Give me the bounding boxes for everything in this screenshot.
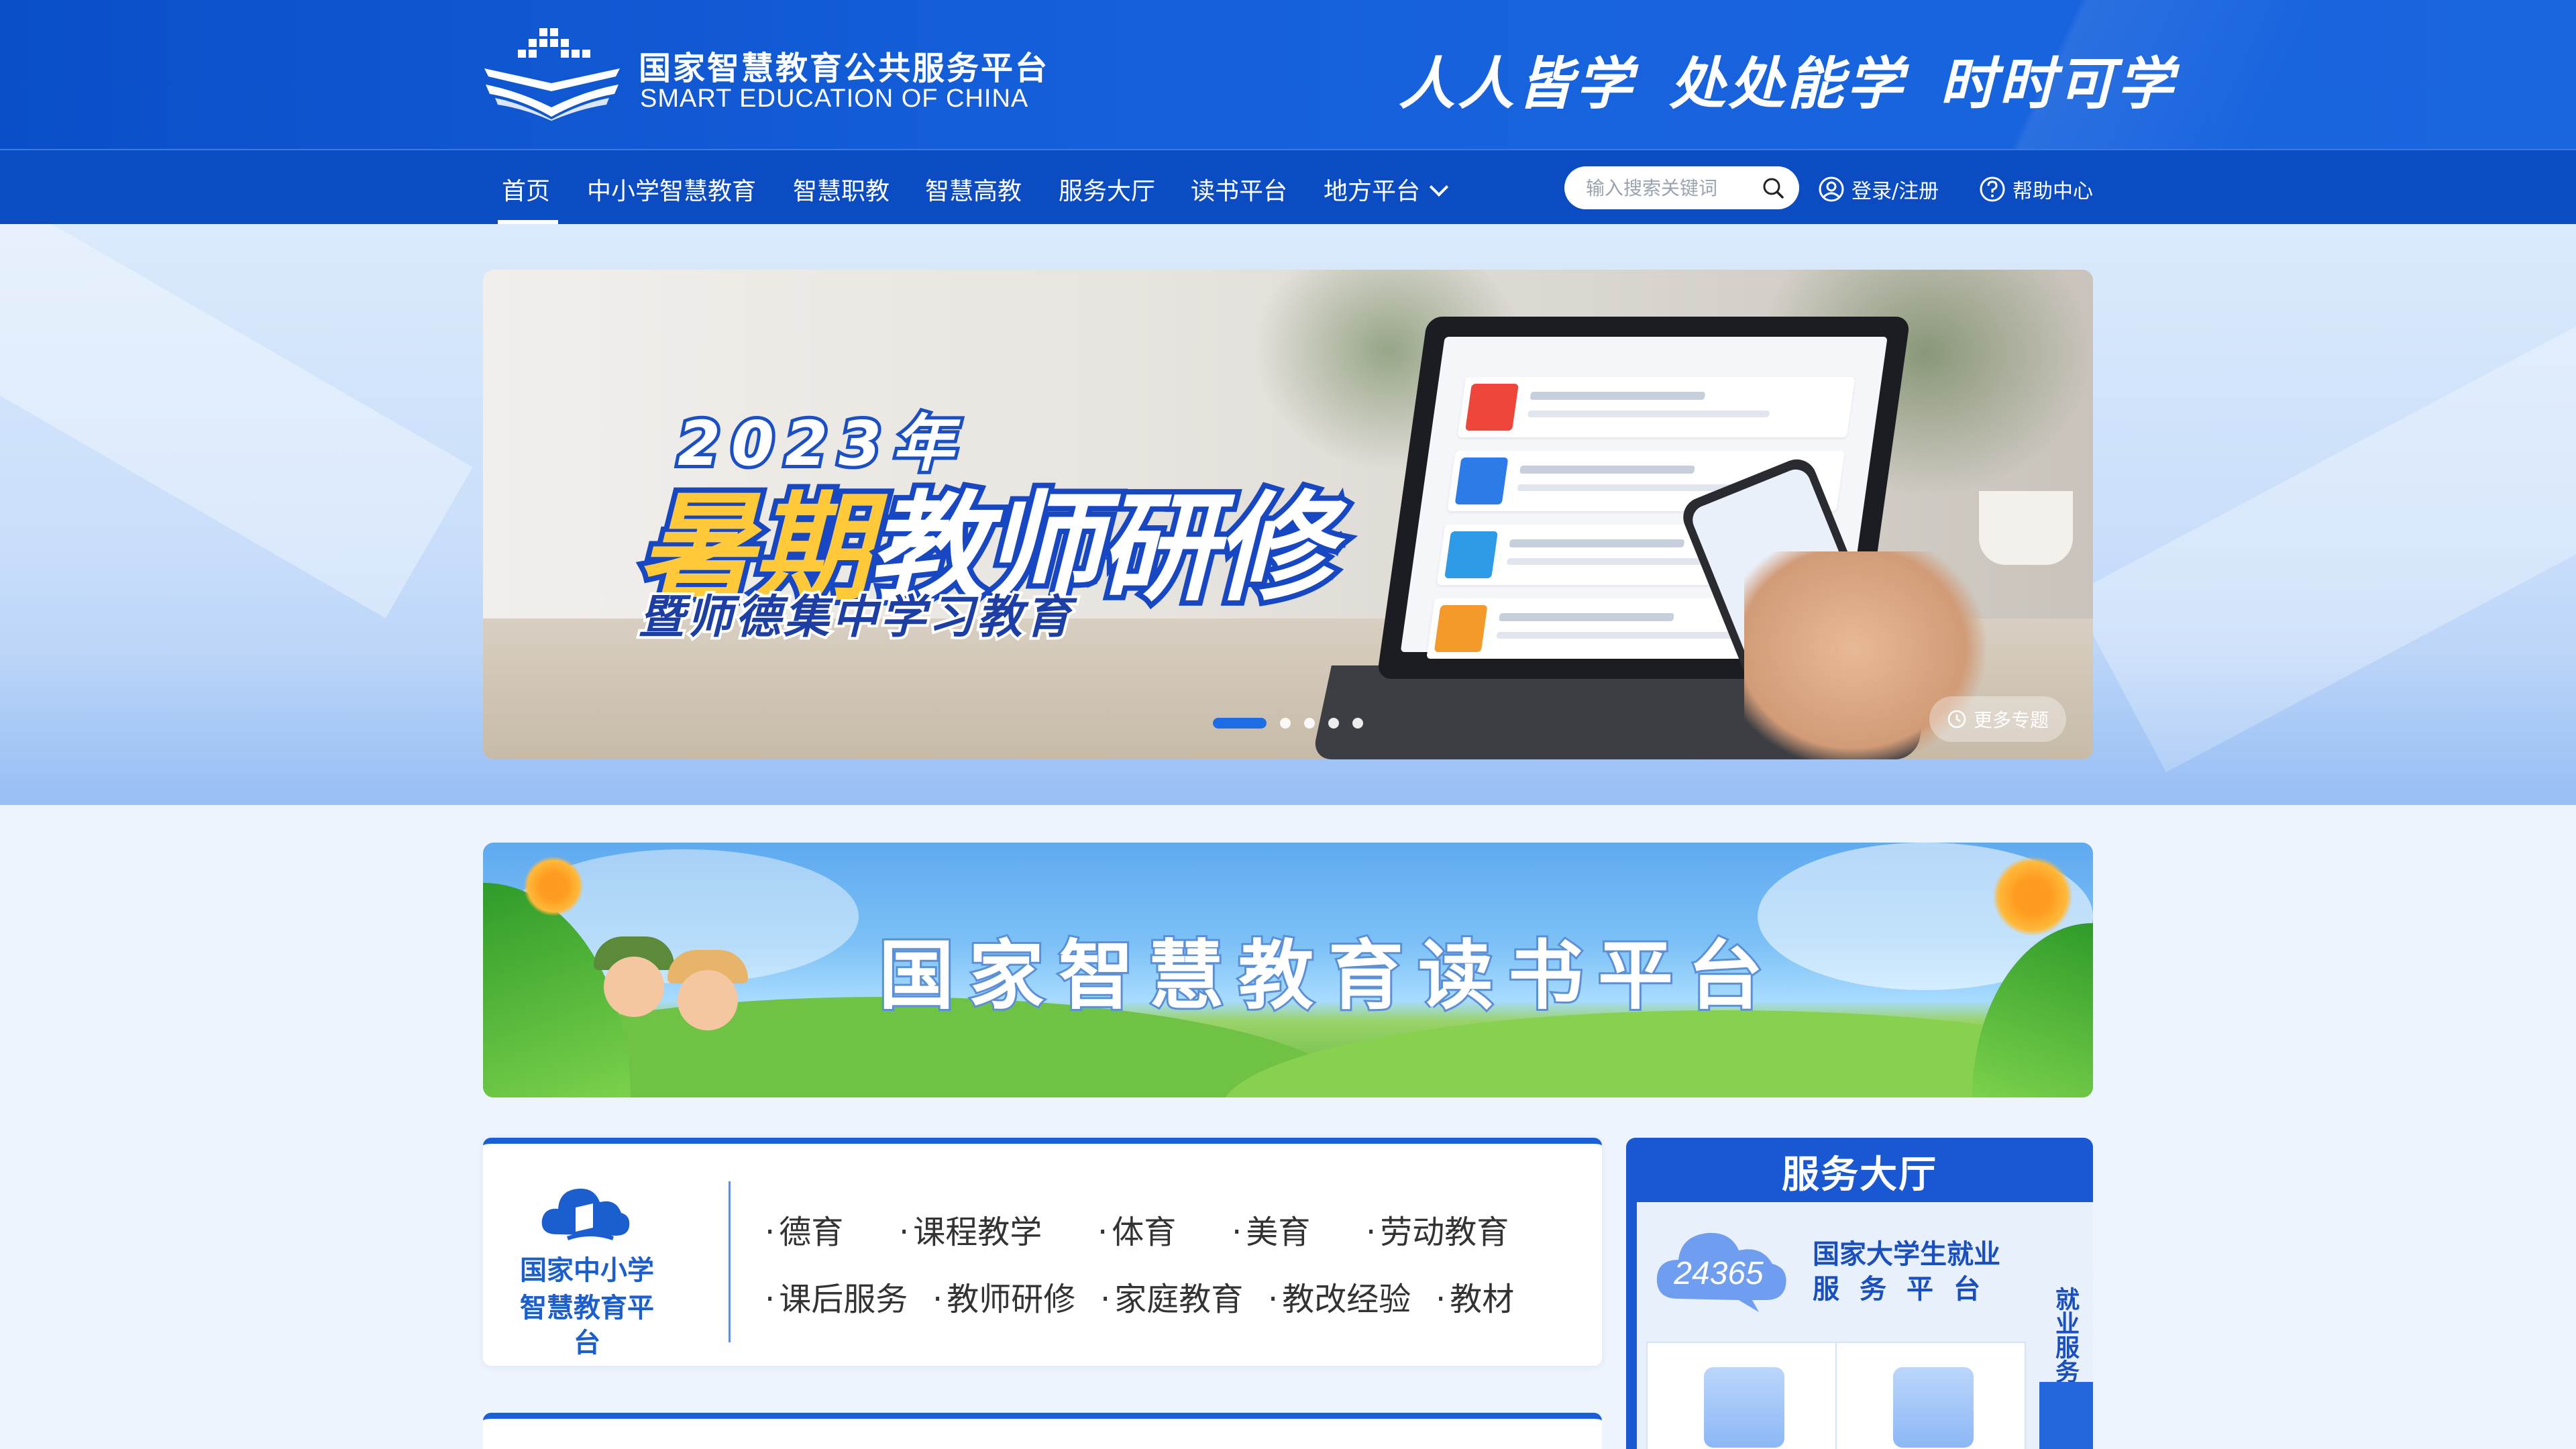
hero-carousel[interactable]: 2023年 暑期教师研修 暨师德集中学习教育 更多专题 xyxy=(483,270,2093,759)
login-label: 登录/注册 xyxy=(1851,180,1939,203)
search-input[interactable] xyxy=(1586,174,1754,201)
k12-links: 德育 课程教学 体育 美育 劳动教育 课后服务 教师研修 家庭教育 教改经验 教… xyxy=(765,1205,1570,1320)
search-box[interactable] xyxy=(1564,166,1799,209)
kid-image xyxy=(604,957,664,1017)
job-platform-title[interactable]: 国家大学生就业 服务平台 xyxy=(1813,1237,2000,1307)
reading-platform-banner[interactable]: 国家智慧教育读书平台 xyxy=(483,843,2093,1097)
login-button[interactable]: 登录/注册 xyxy=(1818,174,1939,204)
logo-subtitle[interactable]: SMART EDUCATION OF CHINA xyxy=(640,85,1028,113)
building-icon xyxy=(1704,1367,1784,1448)
cloud-book-icon xyxy=(541,1188,630,1240)
service-tile-support[interactable] xyxy=(1835,1342,2026,1449)
service-tile-university[interactable] xyxy=(1646,1342,1837,1449)
user-icon xyxy=(1819,176,1844,202)
coffee-cup-image xyxy=(1979,491,2073,565)
k12-link-pe[interactable]: 体育 xyxy=(1097,1205,1232,1252)
service-hall-title: 服务大厅 xyxy=(1782,1153,1937,1197)
employment-service-tab[interactable]: 就业服务 xyxy=(2049,1287,2082,1383)
service-hall-panel: 服务大厅 24365 国家大学生就业 服务平台 xyxy=(1626,1138,2093,1449)
carousel-dot[interactable] xyxy=(1328,718,1339,729)
nav-reading[interactable]: 读书平台 xyxy=(1191,172,1287,207)
side-tab[interactable] xyxy=(2039,1382,2093,1449)
badge-number: 24365 xyxy=(1673,1256,1764,1291)
k12-link-arts[interactable]: 美育 xyxy=(1232,1205,1366,1252)
more-topics-button[interactable]: 更多专题 xyxy=(1929,696,2066,742)
carousel-dots xyxy=(1213,718,1363,729)
carousel-dot[interactable] xyxy=(1213,718,1267,729)
search-icon[interactable] xyxy=(1762,176,1784,199)
nav-local[interactable]: 地方平台 xyxy=(1324,172,1449,207)
flower-image xyxy=(523,856,584,916)
chevron-down-icon xyxy=(1429,177,1449,197)
k12-logo[interactable]: 国家中小学 智慧教育平台 xyxy=(517,1181,657,1360)
reading-platform-title: 国家智慧教育读书平台 xyxy=(877,930,1778,1022)
top-header: 国家智慧教育公共服务平台 SMART EDUCATION OF CHINA 人人… xyxy=(0,0,2576,149)
k12-logo-line1: 国家中小学 xyxy=(520,1255,654,1286)
job-platform-line1: 国家大学生就业 xyxy=(1813,1239,2000,1270)
more-topics-label: 更多专题 xyxy=(1973,709,2049,731)
carousel-dot[interactable] xyxy=(1304,718,1315,729)
help-icon xyxy=(1980,176,2005,202)
k12-logo-line2: 智慧教育平台 xyxy=(520,1293,654,1358)
next-panel xyxy=(483,1413,1602,1449)
k12-link-teacher-training[interactable]: 教师研修 xyxy=(932,1273,1100,1320)
k12-platform-panel: 国家中小学 智慧教育平台 德育 课程教学 体育 美育 劳动教育 课后服务 教师研… xyxy=(483,1138,1602,1366)
k12-link-reform[interactable]: 教改经验 xyxy=(1268,1273,1436,1320)
main-nav: 首页 中小学智慧教育 智慧职教 智慧高教 服务大厅 读书平台 地方平台 登录/注… xyxy=(0,149,2576,225)
nav-home[interactable]: 首页 xyxy=(502,172,550,207)
logo-title[interactable]: 国家智慧教育公共服务平台 xyxy=(639,42,1049,89)
k12-link-family[interactable]: 家庭教育 xyxy=(1100,1273,1268,1320)
logo-icon[interactable] xyxy=(482,27,623,121)
nav-k12[interactable]: 中小学智慧教育 xyxy=(587,172,756,207)
help-label: 帮助中心 xyxy=(2012,180,2093,203)
kid-image xyxy=(678,970,738,1030)
k12-link-moral[interactable]: 德育 xyxy=(765,1205,899,1252)
carousel-dot[interactable] xyxy=(1352,718,1363,729)
k12-link-labor[interactable]: 劳动教育 xyxy=(1366,1205,1540,1252)
clock-icon xyxy=(1947,710,1966,729)
slogan: 人人皆学 处处能学 时时可学 xyxy=(1399,51,2176,117)
k12-link-textbooks[interactable]: 教材 xyxy=(1436,1273,1556,1320)
carousel-dot[interactable] xyxy=(1280,718,1291,729)
nav-vocational[interactable]: 智慧职教 xyxy=(793,172,890,207)
divider xyxy=(729,1181,731,1342)
k12-link-curriculum[interactable]: 课程教学 xyxy=(899,1205,1097,1252)
help-center-button[interactable]: 帮助中心 xyxy=(1979,174,2093,204)
24365-cloud-icon[interactable]: 24365 xyxy=(1652,1220,1792,1313)
hands-person-icon xyxy=(1893,1367,1974,1448)
nav-local-label: 地方平台 xyxy=(1324,178,1421,205)
banner-subtitle: 暨师德集中学习教育 xyxy=(636,588,1074,647)
k12-link-after-school[interactable]: 课后服务 xyxy=(765,1273,932,1320)
flower-image xyxy=(1992,856,2073,936)
nav-higher-ed[interactable]: 智慧高教 xyxy=(925,172,1022,207)
nav-service-hall[interactable]: 服务大厅 xyxy=(1059,172,1155,207)
job-platform-line2: 服务平台 xyxy=(1813,1274,2000,1305)
